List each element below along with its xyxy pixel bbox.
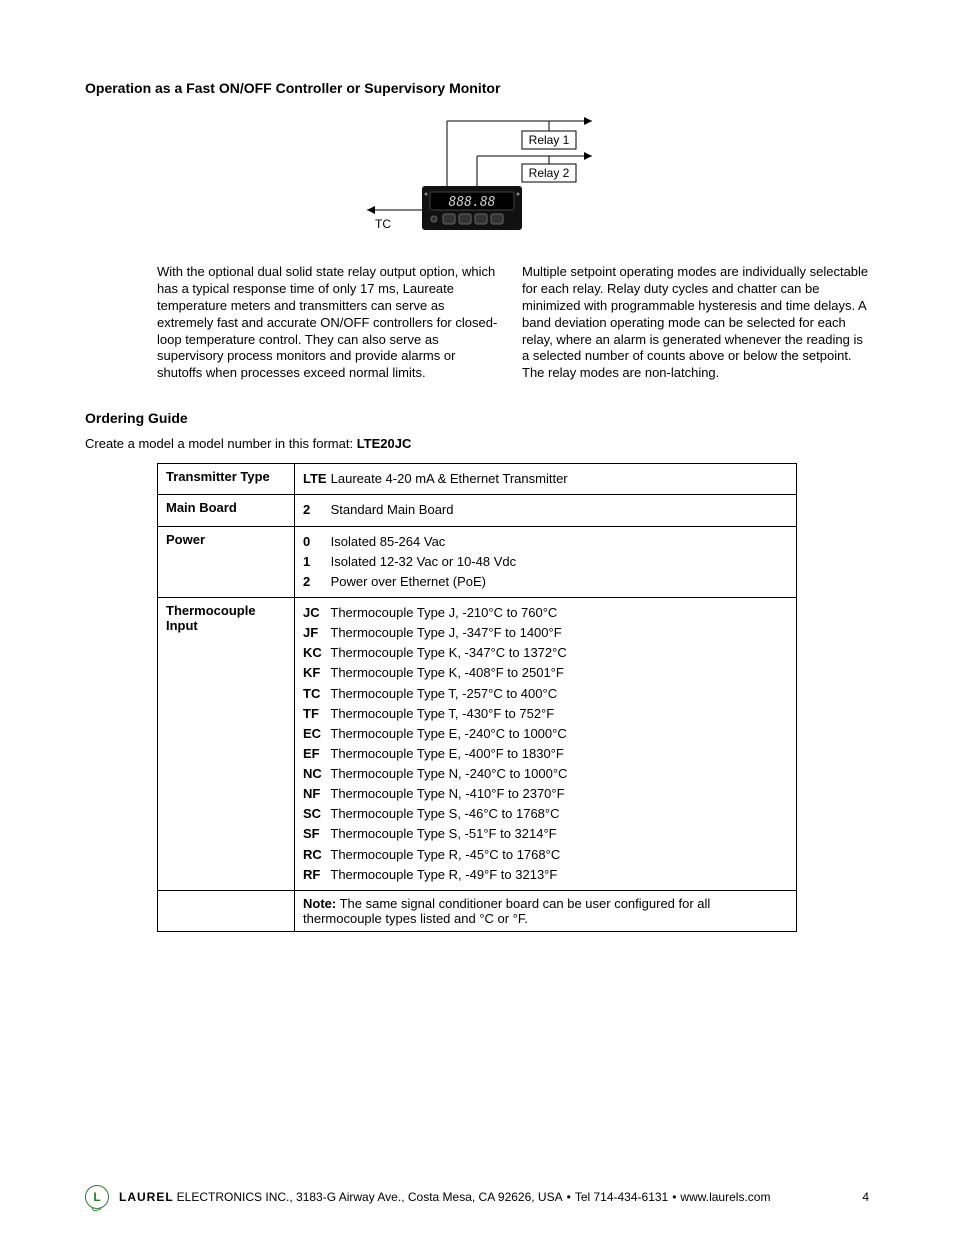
note-text: The same signal conditioner board can be… [303,896,710,926]
brand-logo-icon: L [85,1185,109,1209]
opt-desc: Thermocouple Type S, -46°C to 1768°C [327,806,560,821]
opt-desc: Thermocouple Type J, -347°F to 1400°F [327,625,562,640]
power-options: 0 Isolated 85-264 Vac 1 Isolated 12-32 V… [295,526,797,597]
opt-desc: Isolated 85-264 Vac [331,534,446,549]
opt-desc: Thermocouple Type N, -410°F to 2370°F [327,786,565,801]
description-left: With the optional dual solid state relay… [157,264,504,382]
footer-web: www.laurels.com [680,1190,770,1204]
transmitter-type-options: LTE Laureate 4-20 mA & Ethernet Transmit… [295,464,797,495]
opt-code: TF [303,704,327,724]
opt-row: NF Thermocouple Type N, -410°F to 2370°F [303,784,788,804]
description-right: Multiple setpoint operating modes are in… [522,264,869,382]
table-row: Thermocouple Input JC Thermocouple Type … [158,597,797,890]
opt-code: SC [303,804,327,824]
opt-code: RC [303,845,327,865]
opt-row: SC Thermocouple Type S, -46°C to 1768°C [303,804,788,824]
ordering-intro-model: LTE20JC [357,436,412,451]
ordering-table: Transmitter Type LTE Laureate 4-20 mA & … [157,463,797,932]
bullet-icon: • [563,1190,575,1204]
thermo-label-cont [158,890,295,931]
relay2-label: Relay 2 [529,166,570,180]
opt-desc: Thermocouple Type R, -49°F to 3213°F [327,867,557,882]
controller-diagram: 888.88 TC Relay 1 Rel [85,106,869,249]
table-row: Main Board 2 Standard Main Board [158,495,797,526]
opt-code: JF [303,623,327,643]
opt-desc: Thermocouple Type T, -430°F to 752°F [327,706,554,721]
opt-row: NC Thermocouple Type N, -240°C to 1000°C [303,764,788,784]
opt-code: LTE [303,469,327,489]
thermo-options: JC Thermocouple Type J, -210°C to 760°CJ… [295,597,797,890]
opt-code: TC [303,684,327,704]
ordering-intro: Create a model a model number in this fo… [85,436,869,451]
table-row: Note: The same signal conditioner board … [158,890,797,931]
opt-code: RF [303,865,327,885]
opt-desc: Thermocouple Type R, -45°C to 1768°C [327,847,560,862]
opt-row: KF Thermocouple Type K, -408°F to 2501°F [303,663,788,683]
table-row: Transmitter Type LTE Laureate 4-20 mA & … [158,464,797,495]
description-columns: With the optional dual solid state relay… [157,264,869,382]
opt-desc: Thermocouple Type E, -240°C to 1000°C [327,726,567,741]
opt-code: NF [303,784,327,804]
transmitter-type-label: Transmitter Type [158,464,295,495]
opt-desc: Isolated 12-32 Vac or 10-48 Vdc [331,554,517,569]
opt-desc: Laureate 4-20 mA & Ethernet Transmitter [331,471,568,486]
opt-code: 0 [303,532,327,552]
section1-heading: Operation as a Fast ON/OFF Controller or… [85,80,869,96]
relay1-label: Relay 1 [529,133,570,147]
opt-row: KC Thermocouple Type K, -347°C to 1372°C [303,643,788,663]
opt-code: KF [303,663,327,683]
opt-code: 2 [303,500,327,520]
footer-tel: Tel 714-434-6131 [575,1190,668,1204]
opt-code: SF [303,824,327,844]
table-row: Power 0 Isolated 85-264 Vac 1 Isolated 1… [158,526,797,597]
opt-desc: Thermocouple Type T, -257°C to 400°C [327,686,557,701]
opt-row: JC Thermocouple Type J, -210°C to 760°C [303,603,788,623]
footer-address: ELECTRONICS INC., 3183-G Airway Ave., Co… [177,1190,563,1204]
opt-code: KC [303,643,327,663]
tc-label: TC [375,217,391,231]
opt-row: EC Thermocouple Type E, -240°C to 1000°C [303,724,788,744]
opt-code: EC [303,724,327,744]
mainboard-label: Main Board [158,495,295,526]
ordering-intro-prefix: Create a model a model number in this fo… [85,436,357,451]
page-number: 4 [862,1190,869,1204]
note-label: Note: [303,896,336,911]
opt-row: EF Thermocouple Type E, -400°F to 1830°F [303,744,788,764]
opt-desc: Standard Main Board [331,502,454,517]
opt-desc: Thermocouple Type K, -408°F to 2501°F [327,665,564,680]
opt-row: SF Thermocouple Type S, -51°F to 3214°F [303,824,788,844]
opt-row: TF Thermocouple Type T, -430°F to 752°F [303,704,788,724]
opt-code: JC [303,603,327,623]
opt-code: 2 [303,572,327,592]
opt-row: RC Thermocouple Type R, -45°C to 1768°C [303,845,788,865]
opt-row: RF Thermocouple Type R, -49°F to 3213°F [303,865,788,885]
opt-desc: Thermocouple Type E, -400°F to 1830°F [327,746,564,761]
mainboard-options: 2 Standard Main Board [295,495,797,526]
page-footer: L LAUREL ELECTRONICS INC., 3183-G Airway… [85,1185,869,1209]
thermo-note: Note: The same signal conditioner board … [295,890,797,931]
page: Operation as a Fast ON/OFF Controller or… [0,0,954,1235]
opt-desc: Thermocouple Type J, -210°C to 760°C [327,605,557,620]
thermo-label: Thermocouple Input [158,597,295,890]
opt-desc: Thermocouple Type K, -347°C to 1372°C [327,645,567,660]
opt-desc: Power over Ethernet (PoE) [331,574,486,589]
brand-name: LAUREL [119,1190,174,1204]
opt-code: NC [303,764,327,784]
opt-row: TC Thermocouple Type T, -257°C to 400°C [303,684,788,704]
power-label: Power [158,526,295,597]
opt-code: EF [303,744,327,764]
opt-code: 1 [303,552,327,572]
bullet-icon: • [668,1190,680,1204]
opt-row: JF Thermocouple Type J, -347°F to 1400°F [303,623,788,643]
opt-desc: Thermocouple Type S, -51°F to 3214°F [327,826,557,841]
display-value: 888.88 [449,195,496,210]
section2-heading: Ordering Guide [85,410,869,426]
opt-desc: Thermocouple Type N, -240°C to 1000°C [327,766,567,781]
